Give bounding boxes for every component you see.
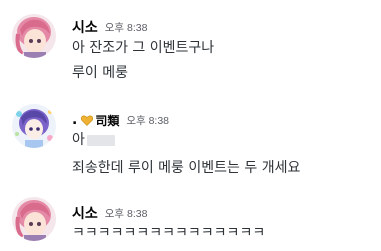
message-text: 아 잔조가 그 이벤트구나 xyxy=(72,40,215,56)
server-tag-badge[interactable]: 司類 xyxy=(81,113,120,128)
message-header: 시소 오후 8:38 xyxy=(72,17,147,37)
blurred-content xyxy=(86,134,115,146)
timestamp[interactable]: 오후 8:38 xyxy=(126,113,169,128)
username[interactable]: . xyxy=(72,112,77,128)
message-text: 죄송한데 루이 메룽 이벤트는 두 개세요 xyxy=(72,160,301,176)
message-text-content: 아 xyxy=(72,132,85,148)
username[interactable]: 시소 xyxy=(72,203,98,223)
pink-haired-avatar-icon xyxy=(12,197,56,241)
heart-icon xyxy=(81,114,94,126)
avatar[interactable] xyxy=(12,197,56,241)
username[interactable]: 시소 xyxy=(72,17,98,37)
message-header: . 司類 오후 8:38 xyxy=(72,110,169,130)
avatar[interactable] xyxy=(12,14,56,58)
message-header: 시소 오후 8:38 xyxy=(72,203,147,223)
message-text: 아 xyxy=(72,129,115,151)
tag-text: 司類 xyxy=(95,113,120,128)
purple-haired-avatar-icon xyxy=(12,104,56,148)
message-text: 루이 메룽 xyxy=(72,65,128,81)
message-text: ㅋㅋㅋㅋㅋㅋㅋㅋㅋㅋㅋㅋㅋㅋㅋ xyxy=(72,225,266,241)
avatar[interactable] xyxy=(12,104,56,148)
timestamp[interactable]: 오후 8:38 xyxy=(105,20,148,35)
pink-haired-avatar-icon xyxy=(12,14,56,58)
timestamp[interactable]: 오후 8:38 xyxy=(105,206,148,221)
